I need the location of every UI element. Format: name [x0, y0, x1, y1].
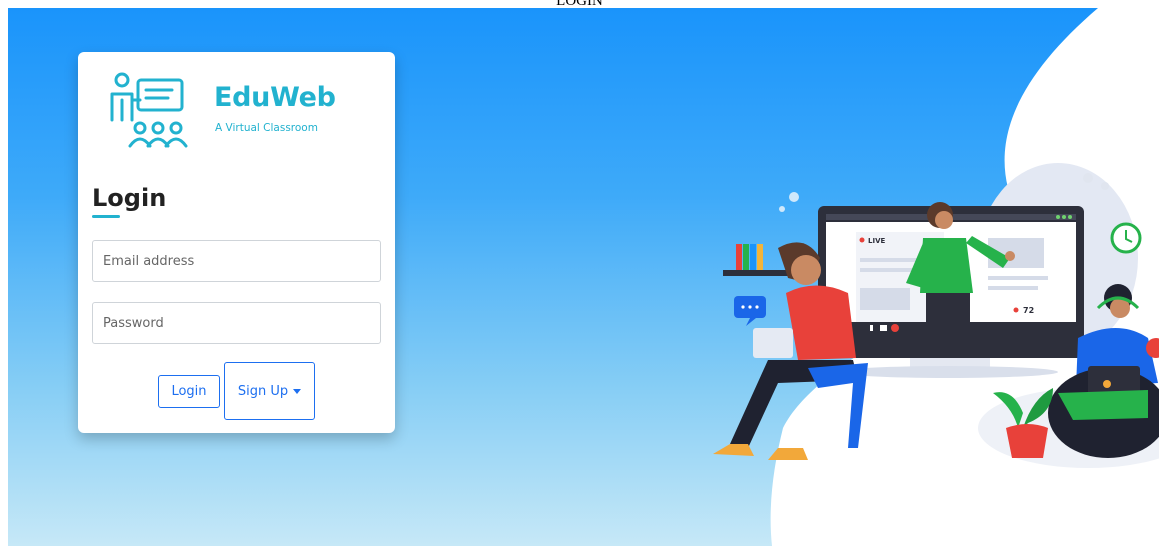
heading-underline	[92, 215, 120, 218]
signup-button-label: Sign Up	[237, 383, 289, 399]
live-label: LIVE	[868, 237, 885, 245]
login-button[interactable]: Login	[158, 375, 220, 408]
login-button-label: Login	[171, 384, 207, 399]
login-card: EduWeb A Virtual Classroom Login Login S…	[78, 52, 395, 433]
brand-name: EduWeb	[214, 82, 336, 113]
email-field[interactable]	[92, 240, 381, 282]
caret-down-icon	[293, 388, 302, 394]
password-field[interactable]	[92, 302, 381, 344]
brand-tagline: A Virtual Classroom	[215, 122, 318, 134]
login-heading: Login	[92, 184, 167, 212]
brand-logo: EduWeb A Virtual Classroom	[106, 70, 366, 152]
classroom-logo-icon	[110, 72, 188, 148]
viewer-count: 72	[1023, 306, 1034, 315]
signup-dropdown-button[interactable]: Sign Up	[224, 362, 315, 420]
